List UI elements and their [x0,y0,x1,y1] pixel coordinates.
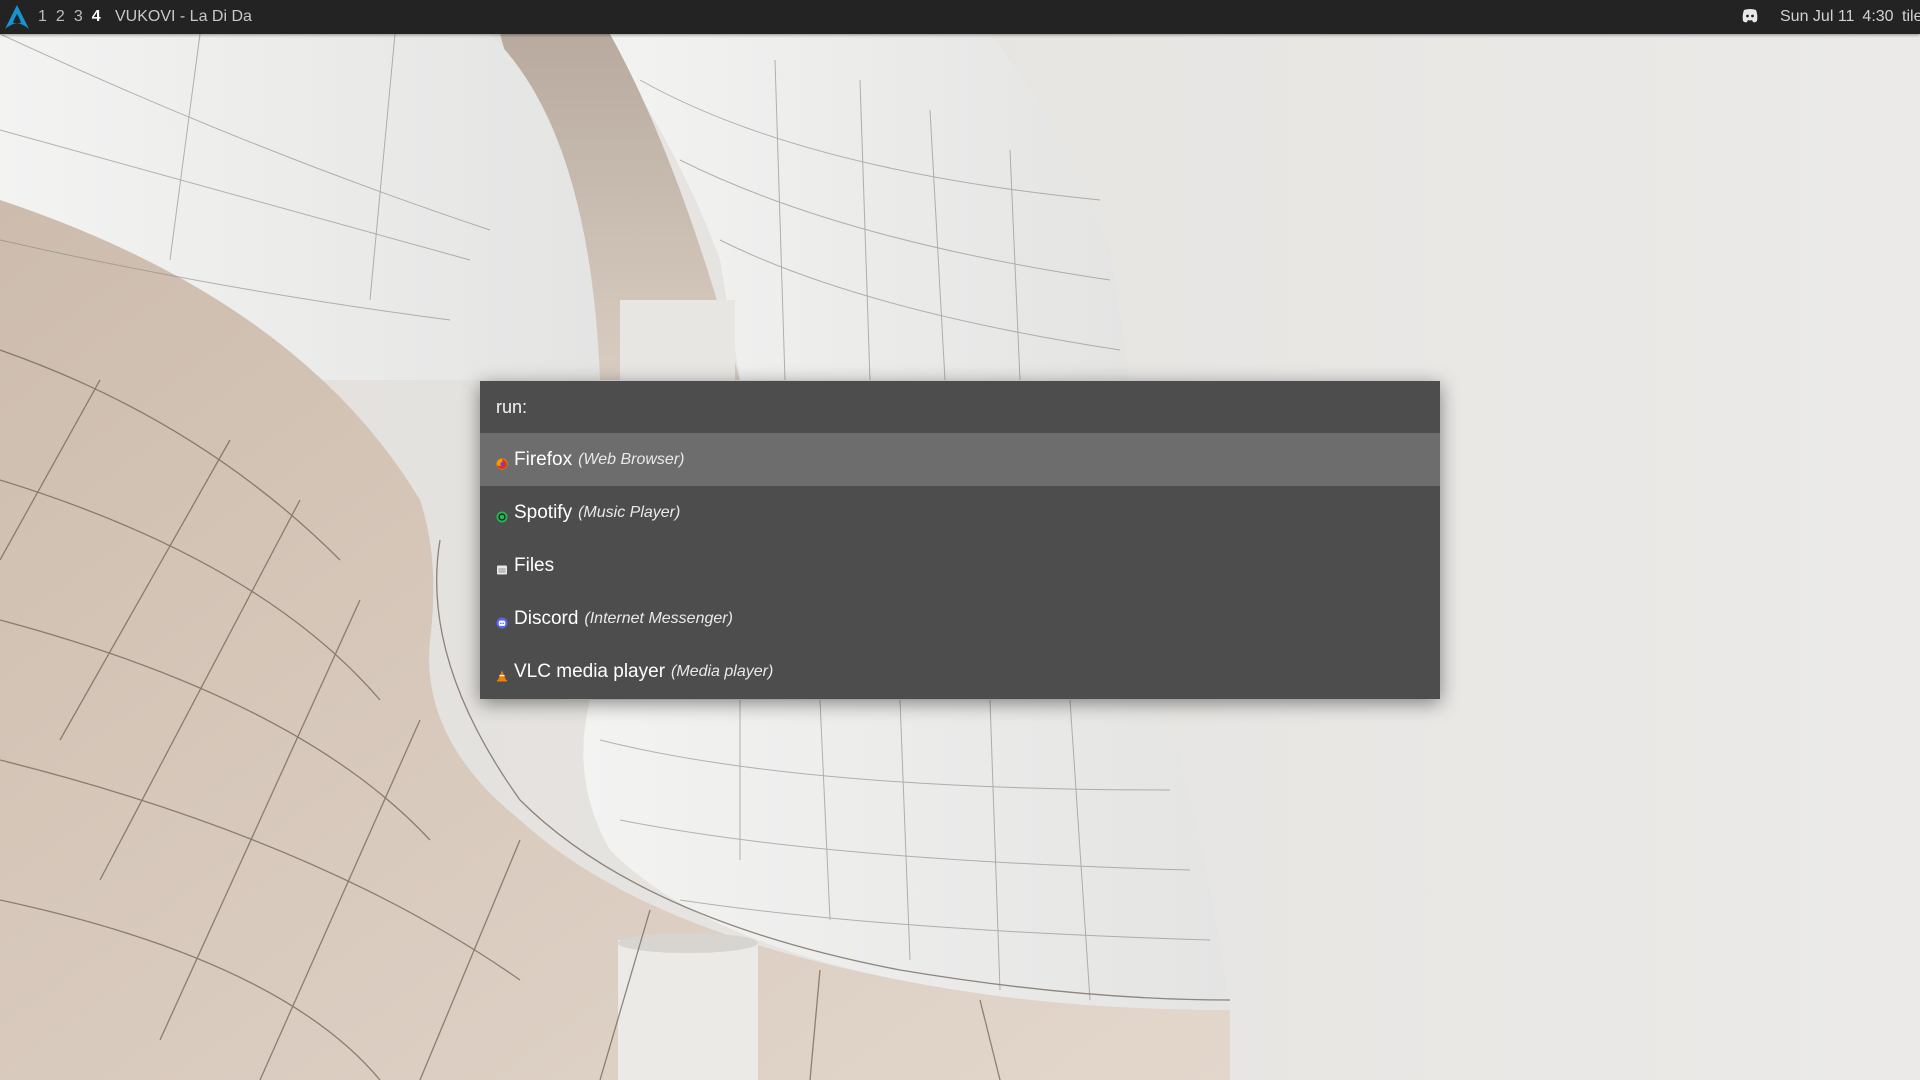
app-launcher: run: Firefox (Web Browser) Spotify (Musi… [480,381,1440,699]
workspace-3[interactable]: 3 [74,8,83,26]
workspace-1[interactable]: 1 [38,8,47,26]
entry-name: Discord [514,607,579,629]
vlc-icon [496,666,508,681]
entry-firefox[interactable]: Firefox (Web Browser) [480,433,1440,486]
entry-files[interactable]: Files [480,539,1440,592]
firefox-icon [496,454,508,469]
entry-name: Files [514,554,555,576]
prompt-label: run: [496,396,528,417]
clock[interactable]: Sun Jul 11 4:30 tile [1780,0,1920,34]
workspace-2[interactable]: 2 [56,8,65,26]
entry-description: (Media player) [671,662,774,680]
launcher-search-input[interactable] [533,395,1338,419]
launcher-results-list: Firefox (Web Browser) Spotify (Music Pla… [480,433,1440,698]
entry-vlc[interactable]: VLC media player (Media player) [480,645,1440,698]
top-panel: 1 2 3 4 VUKOVI - La Di Da Sun Jul 11 4:30… [0,0,1920,34]
arch-linux-icon[interactable] [4,5,30,29]
spotify-icon [496,507,508,522]
files-icon [496,560,508,574]
clock-date: Sun Jul 11 [1780,8,1855,25]
workspace-4[interactable]: 4 [92,8,101,26]
entry-description: (Music Player) [578,503,681,521]
discord-icon[interactable] [1741,8,1759,24]
entry-description: (Web Browser) [578,450,685,468]
discord-icon [496,613,508,628]
launcher-prompt-row: run: [480,381,1440,433]
entry-discord[interactable]: Discord (Internet Messenger) [480,592,1440,645]
workspace-switcher: 1 2 3 4 [38,0,110,34]
entry-description: (Internet Messenger) [584,609,733,627]
layout-indicator[interactable]: tile [1902,8,1920,25]
clock-time: 4:30 [1862,8,1894,25]
active-window-title: VUKOVI - La Di Da [115,8,252,25]
entry-name: Spotify [514,501,573,523]
entry-name: Firefox [514,448,573,470]
entry-name: VLC media player [514,660,666,682]
entry-spotify[interactable]: Spotify (Music Player) [480,486,1440,539]
